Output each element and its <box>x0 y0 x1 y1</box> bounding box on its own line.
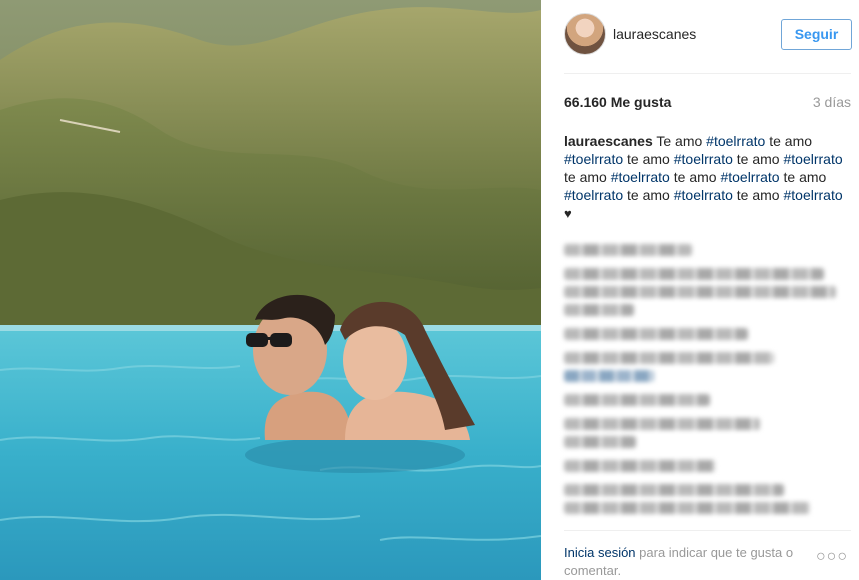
hashtag-link[interactable]: #toelrrato <box>784 151 843 167</box>
blurred-comment-line <box>564 418 760 430</box>
blurred-comment-line <box>564 484 784 496</box>
caption-fragment: te amo <box>779 169 827 185</box>
blurred-comment-line <box>564 352 774 364</box>
caption-username[interactable]: lauraescanes <box>564 133 653 149</box>
caption-fragment: te amo <box>623 151 674 167</box>
post-header: lauraescanes Seguir <box>541 0 859 73</box>
hashtag-link[interactable]: #toelrrato <box>784 187 843 203</box>
hashtag-link[interactable]: #toelrrato <box>674 187 733 203</box>
blurred-comment-line <box>564 244 692 256</box>
caption-fragment: Te amo <box>652 133 707 149</box>
blurred-comment-line <box>564 370 654 382</box>
login-prompt: Inicia sesión para indicar que te gusta … <box>564 544 851 580</box>
blurred-comment-line <box>564 436 636 448</box>
hashtag-link[interactable]: #toelrrato <box>706 133 765 149</box>
caption-fragment: te amo <box>564 169 611 185</box>
caption-fragment: te amo <box>732 151 784 167</box>
caption-fragment: te amo <box>623 187 674 203</box>
caption-fragment: te amo <box>765 133 813 149</box>
header-divider <box>564 73 851 74</box>
likes-count[interactable]: 66.160 Me gusta <box>564 94 671 110</box>
footer-divider <box>564 530 851 531</box>
hashtag-link[interactable]: #toelrrato <box>611 169 670 185</box>
blurred-comment-line <box>564 502 810 514</box>
blurred-comment-line <box>564 394 710 406</box>
blurred-comment-line <box>564 328 748 340</box>
hashtag-link[interactable]: #toelrrato <box>564 151 623 167</box>
blurred-comment-line <box>564 268 824 280</box>
blurred-comment-line <box>564 460 716 472</box>
hashtag-link[interactable]: #toelrrato <box>720 169 779 185</box>
post-time[interactable]: 3 días <box>813 94 851 110</box>
hashtag-link[interactable]: #toelrrato <box>674 151 733 167</box>
blurred-comment-line <box>564 304 634 316</box>
post-caption: lauraescanes Te amo #toelrrato te amo #t… <box>564 132 851 223</box>
post-photo[interactable] <box>0 0 541 580</box>
avatar[interactable] <box>564 13 606 55</box>
post-sidebar: lauraescanes Seguir 66.160 Me gusta 3 dí… <box>541 0 859 580</box>
instagram-post: lauraescanes Seguir 66.160 Me gusta 3 dí… <box>0 0 859 580</box>
photo-scene <box>0 0 541 580</box>
comments-list <box>564 244 851 520</box>
follow-button[interactable]: Seguir <box>781 19 852 50</box>
caption-fragment: te amo <box>669 169 721 185</box>
hashtag-link[interactable]: #toelrrato <box>564 187 623 203</box>
blurred-comment-line <box>564 286 836 298</box>
more-options-icon[interactable]: ○○○ <box>816 548 848 566</box>
username-link[interactable]: lauraescanes <box>613 26 696 42</box>
caption-fragment: te amo <box>732 187 784 203</box>
heart-emoji: ♥ <box>564 206 572 221</box>
login-link[interactable]: Inicia sesión <box>564 545 636 560</box>
